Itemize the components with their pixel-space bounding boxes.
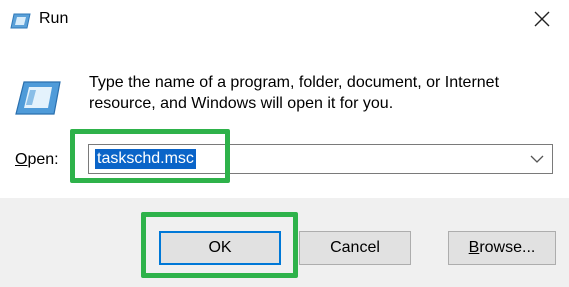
- close-button[interactable]: [523, 2, 561, 36]
- window-title: Run: [39, 10, 69, 27]
- cancel-button[interactable]: Cancel: [299, 231, 411, 265]
- title-bar: Run: [0, 0, 569, 40]
- description-text: Type the name of a program, folder, docu…: [89, 74, 500, 112]
- highlight-box-ok-button: [141, 212, 298, 278]
- run-large-icon: [14, 78, 62, 118]
- close-icon: [534, 11, 550, 27]
- browse-button[interactable]: Browse...: [448, 231, 556, 265]
- run-icon: [10, 12, 32, 30]
- highlight-box-open-field: [70, 129, 230, 183]
- open-label: Open:: [15, 151, 59, 168]
- chevron-down-icon[interactable]: [526, 148, 548, 170]
